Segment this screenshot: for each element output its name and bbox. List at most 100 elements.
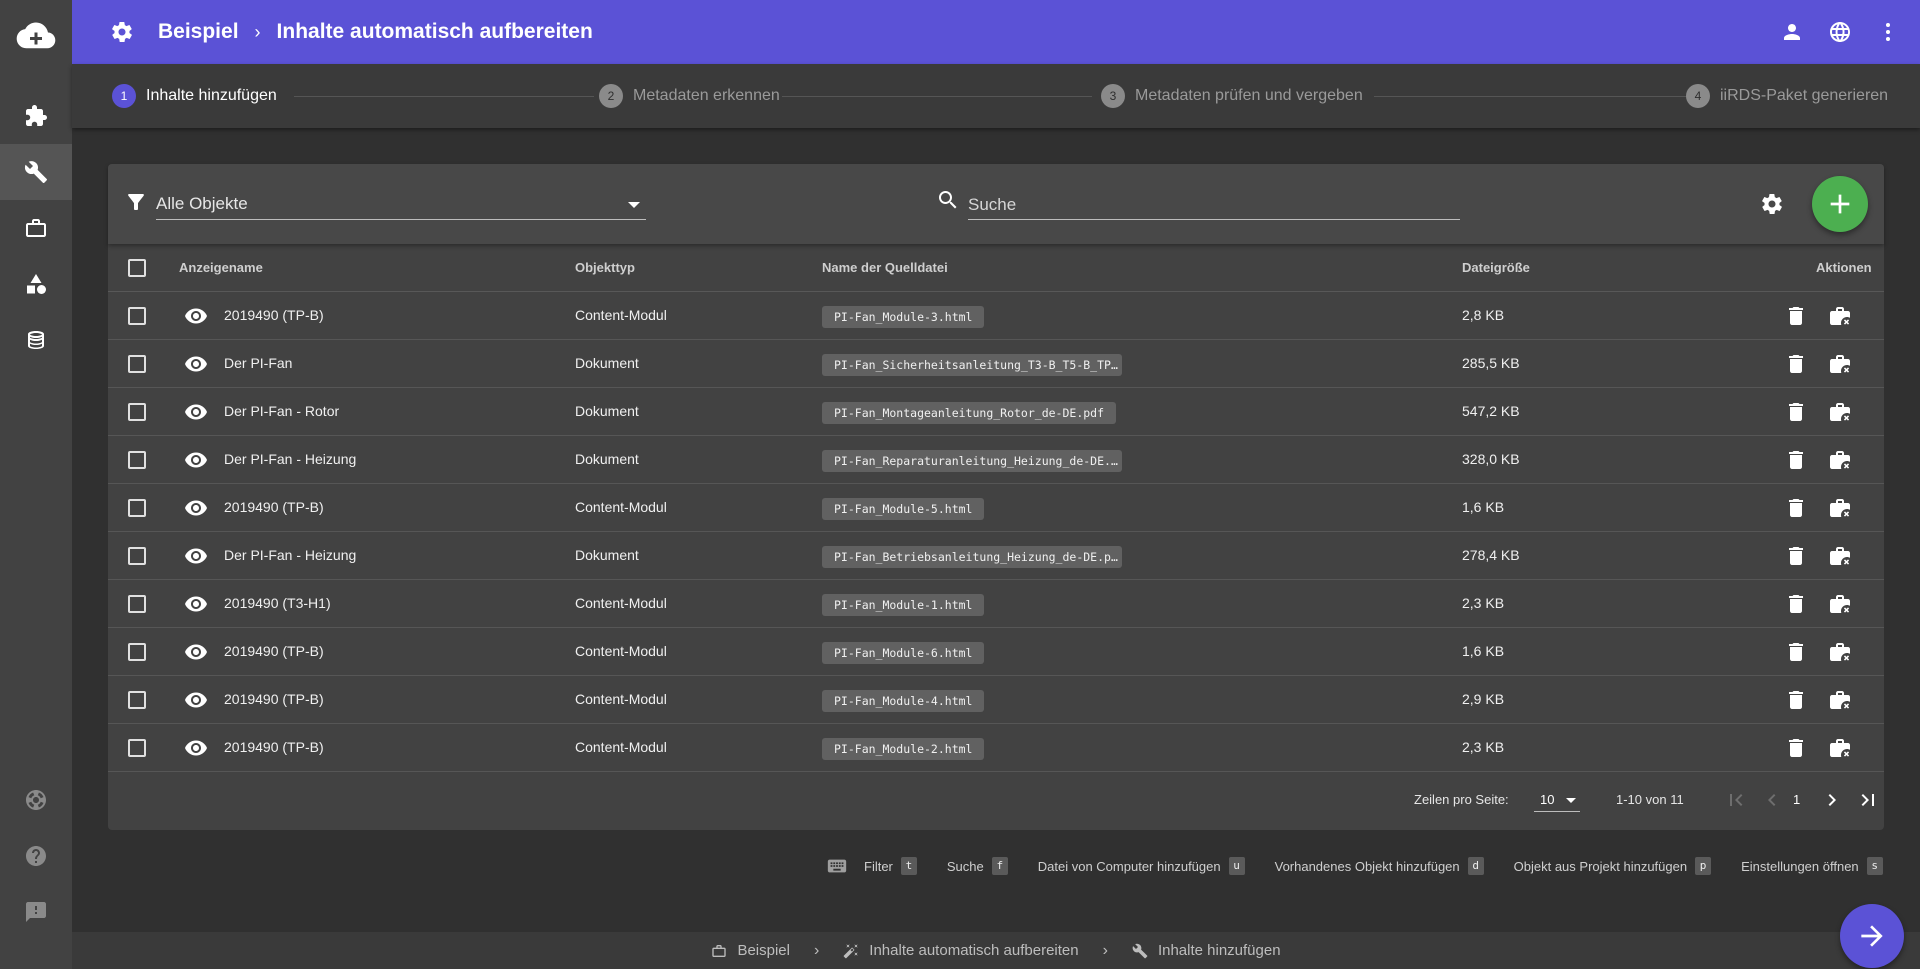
row-checkbox[interactable] <box>128 547 146 565</box>
row-checkbox[interactable] <box>128 355 146 373</box>
column-header-type[interactable]: Objekttyp <box>575 260 635 275</box>
rail-feedback-icon[interactable] <box>0 884 72 940</box>
delete-trash-icon[interactable] <box>1784 688 1808 712</box>
rail-shapes-icon[interactable] <box>0 256 72 312</box>
column-header-size[interactable]: Dateigröße <box>1462 260 1530 275</box>
remove-from-package-icon[interactable] <box>1828 592 1852 616</box>
previous-page-icon[interactable] <box>1760 788 1784 812</box>
bottom-crumb-workflow[interactable]: Inhalte automatisch aufbereiten <box>843 942 1079 959</box>
table-row[interactable]: Der PI-Fan Dokument PI-Fan_Sicherheitsanle… <box>108 340 1884 388</box>
eye-preview-icon[interactable] <box>184 736 208 760</box>
table-settings-gear-icon[interactable] <box>1760 192 1784 216</box>
bottom-crumb-project[interactable]: Beispiel <box>711 942 790 959</box>
step-2[interactable]: 2 Metadaten erkennen <box>599 84 780 108</box>
display-name-cell: Der PI-Fan - Heizung <box>224 451 357 467</box>
eye-preview-icon[interactable] <box>184 496 208 520</box>
source-file-chip: PI-Fan_Module-5.html <box>822 498 985 520</box>
row-checkbox[interactable] <box>128 595 146 613</box>
delete-trash-icon[interactable] <box>1784 304 1808 328</box>
step-1[interactable]: 1 Inhalte hinzufügen <box>112 84 277 108</box>
remove-from-package-icon[interactable] <box>1828 400 1852 424</box>
first-page-icon[interactable] <box>1724 788 1748 812</box>
eye-preview-icon[interactable] <box>184 304 208 328</box>
rail-support-icon[interactable] <box>0 772 72 828</box>
next-step-button[interactable] <box>1840 904 1904 968</box>
remove-from-package-icon[interactable] <box>1828 688 1852 712</box>
more-vert-icon[interactable] <box>1876 20 1900 44</box>
eye-preview-icon[interactable] <box>184 592 208 616</box>
delete-trash-icon[interactable] <box>1784 448 1808 472</box>
auto-fix-wand-icon <box>843 943 858 958</box>
eye-preview-icon[interactable] <box>184 400 208 424</box>
rail-extensions-icon[interactable] <box>0 88 72 144</box>
table-row[interactable]: 2019490 (TP-B) Content-Modul PI-Fan_Module… <box>108 292 1884 340</box>
table-row[interactable]: Der PI-Fan - Heizung Dokument PI-Fan_Repar… <box>108 436 1884 484</box>
bottom-crumb-step[interactable]: Inhalte hinzufügen <box>1132 942 1281 959</box>
shortcut-label: Suche <box>946 858 984 874</box>
table-row[interactable]: 2019490 (TP-B) Content-Modul PI-Fan_Module… <box>108 628 1884 676</box>
table-row[interactable]: 2019490 (TP-B) Content-Modul PI-Fan_Module… <box>108 676 1884 724</box>
rail-tools-icon[interactable] <box>0 144 72 200</box>
search-input[interactable] <box>968 190 1460 220</box>
delete-trash-icon[interactable] <box>1784 400 1808 424</box>
remove-from-package-icon[interactable] <box>1828 496 1852 520</box>
delete-trash-icon[interactable] <box>1784 640 1808 664</box>
rail-help-icon[interactable] <box>0 828 72 884</box>
column-header-name[interactable]: Anzeigename <box>179 260 263 275</box>
language-globe-icon[interactable] <box>1828 20 1852 44</box>
object-type-cell: Content-Modul <box>575 691 667 707</box>
source-file-chip: PI-Fan_Reparaturanleitung_Heizung_de-DE.… <box>822 450 1122 472</box>
row-checkbox[interactable] <box>128 739 146 757</box>
step-number: 3 <box>1101 84 1125 108</box>
table-row[interactable]: 2019490 (TP-B) Content-Modul PI-Fan_Module… <box>108 484 1884 532</box>
account-icon[interactable] <box>1780 20 1804 44</box>
settings-gear-icon[interactable] <box>110 20 134 44</box>
remove-from-package-icon[interactable] <box>1828 448 1852 472</box>
object-type-cell: Content-Modul <box>575 643 667 659</box>
row-checkbox[interactable] <box>128 691 146 709</box>
side-rail <box>0 0 72 969</box>
remove-from-package-icon[interactable] <box>1828 352 1852 376</box>
filter-select[interactable]: Alle Objekte <box>156 190 646 220</box>
delete-trash-icon[interactable] <box>1784 736 1808 760</box>
next-page-icon[interactable] <box>1820 788 1844 812</box>
breadcrumb-project[interactable]: Beispiel <box>158 20 239 44</box>
rail-database-icon[interactable] <box>0 312 72 368</box>
arrow-forward-icon <box>1861 925 1883 947</box>
remove-from-package-icon[interactable] <box>1828 640 1852 664</box>
rows-per-page-select[interactable]: 10 <box>1534 788 1580 812</box>
row-checkbox[interactable] <box>128 307 146 325</box>
shortcut-key: s <box>1866 857 1883 875</box>
display-name-cell: 2019490 (T3-H1) <box>224 595 331 611</box>
step-3[interactable]: 3 Metadaten prüfen und vergeben <box>1101 84 1363 108</box>
remove-from-package-icon[interactable] <box>1828 304 1852 328</box>
remove-from-package-icon[interactable] <box>1828 544 1852 568</box>
table-row[interactable]: Der PI-Fan - Rotor Dokument PI-Fan_Montage… <box>108 388 1884 436</box>
row-checkbox[interactable] <box>128 403 146 421</box>
delete-trash-icon[interactable] <box>1784 592 1808 616</box>
row-checkbox[interactable] <box>128 499 146 517</box>
eye-preview-icon[interactable] <box>184 640 208 664</box>
row-checkbox[interactable] <box>128 451 146 469</box>
add-content-button[interactable] <box>1812 176 1868 232</box>
eye-preview-icon[interactable] <box>184 544 208 568</box>
remove-from-package-icon[interactable] <box>1828 736 1852 760</box>
eye-preview-icon[interactable] <box>184 448 208 472</box>
delete-trash-icon[interactable] <box>1784 544 1808 568</box>
step-number: 1 <box>112 84 136 108</box>
eye-preview-icon[interactable] <box>184 352 208 376</box>
delete-trash-icon[interactable] <box>1784 352 1808 376</box>
table-row[interactable]: 2019490 (T3-H1) Content-Modul PI-Fan_Modul… <box>108 580 1884 628</box>
step-4[interactable]: 4 iiRDS-Paket generieren <box>1686 84 1888 108</box>
last-page-icon[interactable] <box>1856 788 1880 812</box>
rail-projects-icon[interactable] <box>0 200 72 256</box>
source-file-chip: PI-Fan_Module-2.html <box>822 738 985 760</box>
row-checkbox[interactable] <box>128 643 146 661</box>
table-row[interactable]: Der PI-Fan - Heizung Dokument PI-Fan_Betri… <box>108 532 1884 580</box>
column-header-source[interactable]: Name der Quelldatei <box>822 260 948 275</box>
cloud-upload-logo-icon[interactable] <box>0 0 72 72</box>
eye-preview-icon[interactable] <box>184 688 208 712</box>
delete-trash-icon[interactable] <box>1784 496 1808 520</box>
select-all-checkbox[interactable] <box>128 259 146 277</box>
table-row[interactable]: 2019490 (TP-B) Content-Modul PI-Fan_Module… <box>108 724 1884 772</box>
